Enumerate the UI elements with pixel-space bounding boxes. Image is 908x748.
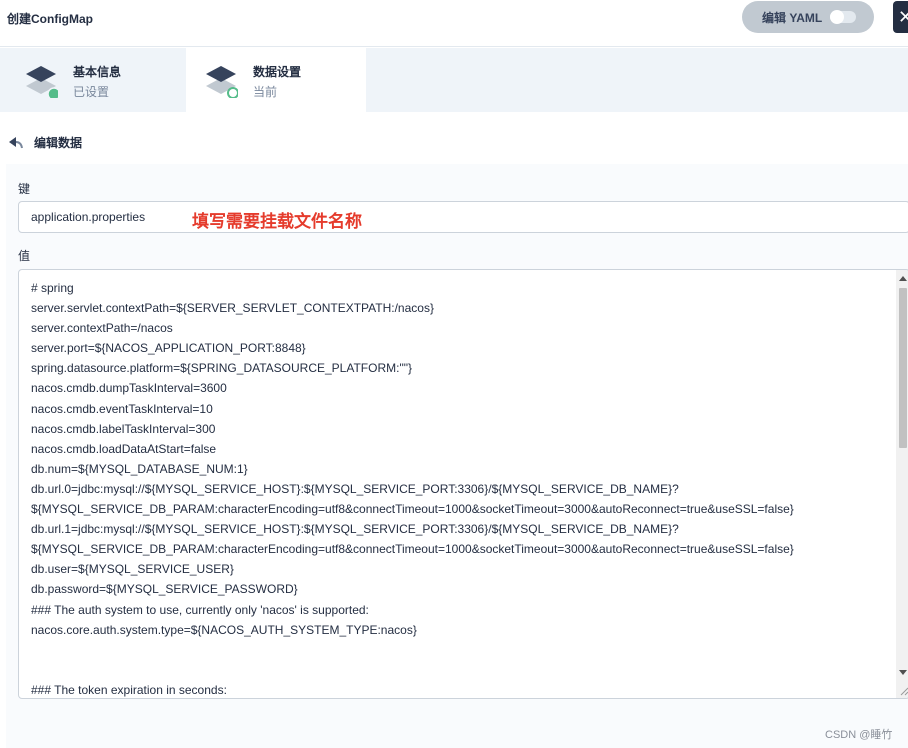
scroll-up-arrow-icon[interactable] xyxy=(899,276,907,281)
code-line: db.password=${MYSQL_SERVICE_PASSWORD} xyxy=(31,582,298,597)
step-status: 当前 xyxy=(253,85,278,99)
section-title: 编辑数据 xyxy=(34,136,83,150)
code-line: nacos.cmdb.dumpTaskInterval=3600 xyxy=(31,381,227,396)
step-basic-info[interactable]: 基本信息 已设置 xyxy=(0,48,186,112)
watermark: CSDN @睡竹 xyxy=(825,729,893,741)
code-line: ${MYSQL_SERVICE_DB_PARAM:characterEncodi… xyxy=(31,542,794,557)
yaml-toggle-switch[interactable] xyxy=(830,10,857,24)
code-line: # spring xyxy=(31,281,74,295)
code-line: nacos.cmdb.loadDataAtStart=false xyxy=(31,441,217,456)
layers-icon xyxy=(206,66,238,98)
code-line: db.num=${MYSQL_DATABASE_NUM:1} xyxy=(31,461,248,476)
edit-yaml-label: 编辑 YAML xyxy=(762,10,823,25)
code-line: db.url.1=jdbc:mysql://${MYSQL_SERVICE_HO… xyxy=(31,522,679,537)
top-bar: 创建ConfigMap 编辑 YAML ✕ xyxy=(0,0,908,47)
section-header: 编辑数据 xyxy=(8,134,82,151)
step-tabs: 基本信息 已设置 数据设置 当前 xyxy=(0,48,908,112)
close-button[interactable]: ✕ xyxy=(893,1,908,33)
code-line: nacos.cmdb.eventTaskInterval=10 xyxy=(31,401,213,416)
step-name: 数据设置 xyxy=(253,65,302,79)
step-data-settings[interactable]: 数据设置 当前 xyxy=(186,48,366,112)
code-line: nacos.cmdb.labelTaskInterval=300 xyxy=(31,421,216,436)
code-line: ${MYSQL_SERVICE_DB_PARAM:characterEncodi… xyxy=(31,502,794,517)
value-label: 值 xyxy=(18,249,31,263)
back-arrow-icon[interactable] xyxy=(8,135,24,151)
code-line: db.url.0=jdbc:mysql://${MYSQL_SERVICE_HO… xyxy=(31,481,679,496)
value-textarea[interactable]: # spring server.servlet.contextPath=${SER… xyxy=(18,269,908,699)
code-line: server.port=${NACOS_APPLICATION_PORT:884… xyxy=(31,341,306,356)
page-title: 创建ConfigMap xyxy=(7,12,93,26)
key-input[interactable]: application.properties 填写需要挂载文件名称 xyxy=(18,201,908,233)
scrollbar[interactable] xyxy=(896,270,908,698)
layers-icon xyxy=(26,66,58,98)
key-input-value: application.properties xyxy=(31,210,146,224)
code-line: ### The auth system to use, currently on… xyxy=(31,602,369,617)
scroll-thumb[interactable] xyxy=(899,288,907,448)
value-content: # spring server.servlet.contextPath=${SER… xyxy=(31,278,891,698)
step-status: 已设置 xyxy=(73,85,110,99)
edit-yaml-toggle-button[interactable]: 编辑 YAML xyxy=(742,1,874,33)
code-line: server.contextPath=/nacos xyxy=(31,321,173,336)
toggle-knob xyxy=(830,10,845,24)
step-name: 基本信息 xyxy=(73,65,122,79)
resize-grip-icon[interactable] xyxy=(899,686,908,696)
scroll-down-arrow-icon[interactable] xyxy=(899,670,907,675)
key-annotation: 填写需要挂载文件名称 xyxy=(192,212,362,231)
code-line: server.servlet.contextPath=${SERVER_SERV… xyxy=(31,301,434,316)
code-line: nacos.core.auth.system.type=${NACOS_AUTH… xyxy=(31,622,417,637)
code-line: ### The token expiration in seconds: xyxy=(31,682,227,697)
key-label: 键 xyxy=(18,182,31,196)
code-line: spring.datasource.platform=${SPRING_DATA… xyxy=(31,361,412,376)
code-line: db.user=${MYSQL_SERVICE_USER} xyxy=(31,562,234,577)
